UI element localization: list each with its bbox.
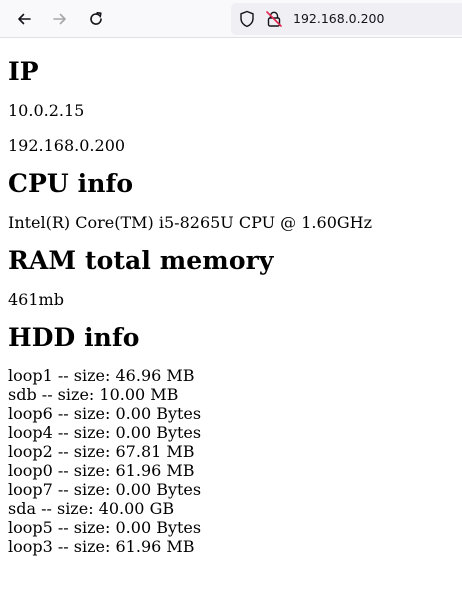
ip-address-2: 192.168.0.200 [8,136,126,155]
browser-toolbar: 192.168.0.200 [0,0,462,38]
hdd-item: sdb -- size: 10.00 MB [8,385,179,404]
hdd-item: loop5 -- size: 0.00 Bytes [8,518,202,537]
arrow-left-icon [18,13,31,25]
ip-address-1: 10.0.2.15 [8,101,85,120]
arrow-right-icon [53,13,66,25]
hdd-item: sda -- size: 40.00 GB [8,499,175,518]
page-content: IP 10.0.2.15 192.168.0.200 CPU info Inte… [8,38,458,556]
reload-icon [90,12,102,25]
address-bar[interactable]: 192.168.0.200 [231,3,462,35]
back-button[interactable] [10,5,38,33]
ip-heading: IP [8,57,39,86]
reload-button[interactable] [82,5,110,33]
insecure-lock-icon[interactable] [265,10,283,33]
hdd-item: loop1 -- size: 46.96 MB [8,366,195,385]
url-text[interactable]: 192.168.0.200 [293,11,384,26]
cpu-heading: CPU info [8,169,134,198]
hdd-item: loop2 -- size: 67.81 MB [8,442,195,461]
ram-total: 461mb [8,290,64,309]
hdd-list: loop1 -- size: 46.96 MB sdb -- size: 10.… [8,366,458,556]
hdd-item: loop0 -- size: 61.96 MB [8,461,195,480]
forward-button[interactable] [46,5,74,33]
hdd-item: loop6 -- size: 0.00 Bytes [8,404,202,423]
hdd-item: loop7 -- size: 0.00 Bytes [8,480,202,499]
cpu-model: Intel(R) Core(TM) i5-8265U CPU @ 1.60GHz [8,213,373,232]
hdd-item: loop3 -- size: 61.96 MB [8,537,195,556]
hdd-heading: HDD info [8,323,140,352]
ram-heading: RAM total memory [8,246,274,275]
tracking-protection-shield-icon[interactable] [239,10,255,33]
hdd-item: loop4 -- size: 0.00 Bytes [8,423,202,442]
